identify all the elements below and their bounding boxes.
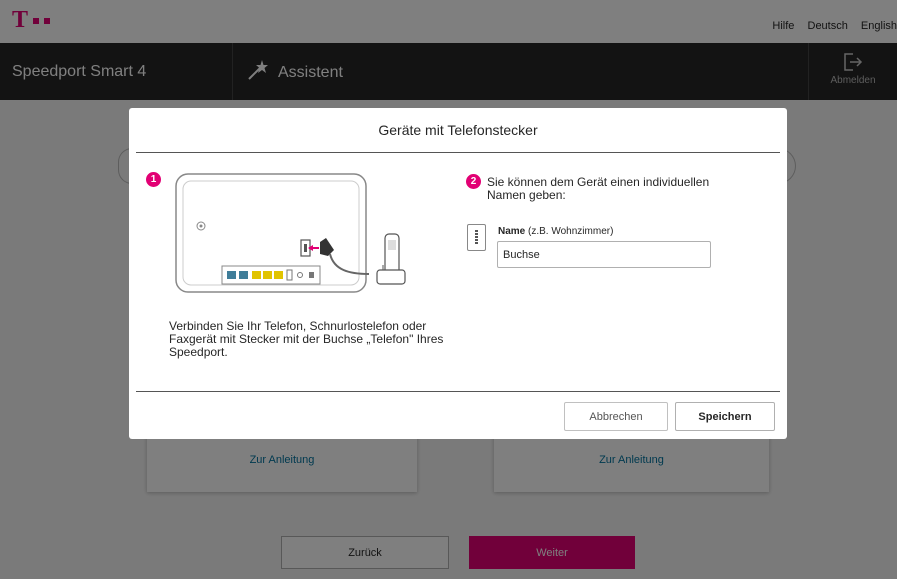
step-1-badge: 1 xyxy=(146,172,161,187)
dialog-divider xyxy=(136,391,780,392)
dialog-title: Geräte mit Telefonstecker xyxy=(378,122,538,138)
phone-device-dialog: Geräte mit Telefonstecker 1 Verbinden Si… xyxy=(129,108,787,439)
device-name-input[interactable] xyxy=(497,241,711,268)
field-info-icon xyxy=(467,224,486,251)
name-hint: (z.B. Wohnzimmer) xyxy=(528,226,614,237)
cancel-button[interactable]: Abbrechen xyxy=(564,402,668,431)
name-label: Name xyxy=(498,226,526,237)
save-button[interactable]: Speichern xyxy=(675,402,775,431)
router-illustration xyxy=(174,170,419,300)
name-field-label: Name (z.B. Wohnzimmer) xyxy=(498,226,613,237)
step-2-badge: 2 xyxy=(466,174,481,189)
dialog-divider xyxy=(136,152,780,153)
step-2-description: Sie können dem Gerät einen individuellen… xyxy=(487,175,710,202)
step-1-description: Verbinden Sie Ihr Telefon, Schnurlostele… xyxy=(169,319,444,359)
